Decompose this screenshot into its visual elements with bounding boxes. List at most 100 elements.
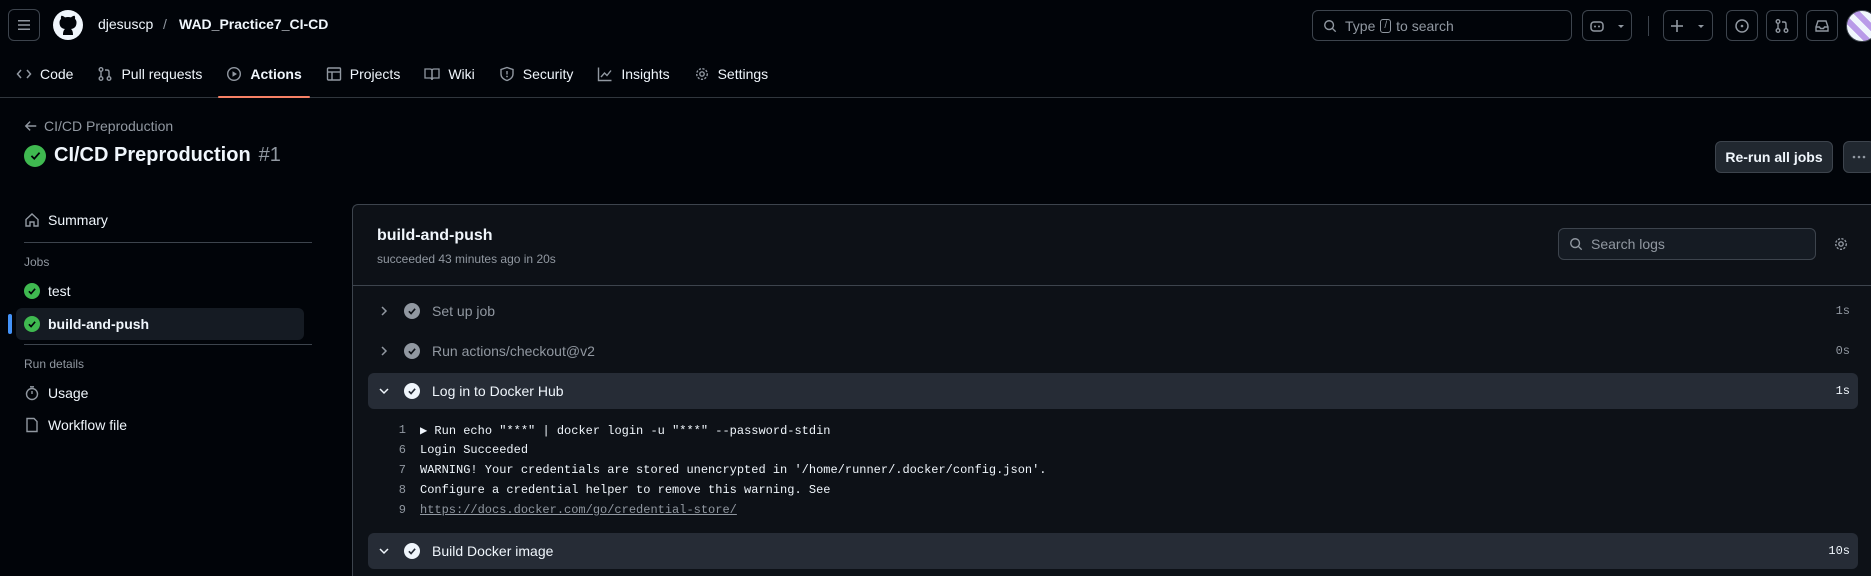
log-line-number[interactable]: 1 <box>368 423 420 437</box>
tab-wiki[interactable]: Wiki <box>416 58 482 90</box>
rerun-all-jobs-button[interactable]: Re-run all jobs <box>1715 141 1833 173</box>
back-link-label: CI/CD Preproduction <box>44 118 174 134</box>
step-success-icon <box>404 343 420 359</box>
sidebar-item-label: build-and-push <box>48 316 150 332</box>
log-line-number[interactable]: 8 <box>368 483 420 497</box>
issues-button[interactable] <box>1726 10 1758 41</box>
log-link[interactable]: https://docs.docker.com/go/credential-st… <box>420 503 737 517</box>
create-new-button[interactable] <box>1663 10 1713 41</box>
log-line-number[interactable]: 6 <box>368 443 420 457</box>
success-check-icon <box>24 283 40 299</box>
gear-icon <box>1834 237 1848 251</box>
run-header: CI/CD Preproduction <box>24 118 173 134</box>
hamburger-icon <box>18 20 30 30</box>
divider <box>1648 16 1649 36</box>
shield-icon <box>500 66 514 82</box>
graph-icon <box>598 67 612 82</box>
search-suffix: to search <box>1396 17 1454 34</box>
tab-actions[interactable]: Actions <box>218 58 311 98</box>
step-success-icon <box>404 383 420 399</box>
log-line: 9 https://docs.docker.com/go/credential-… <box>368 500 1047 520</box>
log-line: 8 Configure a credential helper to remov… <box>368 480 1047 500</box>
step-duration: 10s <box>1828 544 1850 558</box>
log-settings-button[interactable] <box>1833 236 1849 255</box>
tab-label: Projects <box>349 66 401 82</box>
page-title: CI/CD Preproduction #1 <box>24 144 281 167</box>
log-line: 6 Login Succeeded <box>368 440 1047 460</box>
step-checkout[interactable]: Run actions/checkout@v2 0s <box>368 333 1858 369</box>
step-label: Log in to Docker Hub <box>432 383 564 399</box>
repo-link[interactable]: WAD_Practice7_CI-CD <box>179 16 328 32</box>
copilot-button[interactable] <box>1582 10 1632 41</box>
stopwatch-icon <box>25 386 39 401</box>
pull-request-icon <box>98 67 112 81</box>
top-bar: djesuscp / WAD_Practice7_CI-CD Type / to… <box>0 0 1871 98</box>
tab-label: Insights <box>621 66 670 82</box>
success-check-icon <box>24 316 40 332</box>
tab-code[interactable]: Code <box>8 58 81 90</box>
plus-icon <box>1671 19 1683 32</box>
owner-link[interactable]: djesuscp <box>98 16 153 32</box>
pull-requests-button[interactable] <box>1766 10 1798 41</box>
inbox-button[interactable] <box>1806 10 1838 41</box>
log-line: 1 ▶ Run echo "***" | docker login -u "**… <box>368 420 1047 440</box>
chevron-down-icon <box>372 385 396 397</box>
log-line-number[interactable]: 9 <box>368 503 420 517</box>
step-label: Set up job <box>432 303 496 319</box>
chevron-right-icon <box>372 305 396 317</box>
arrow-left-icon <box>24 121 37 131</box>
sidebar-item-label: Usage <box>48 385 89 401</box>
log-line-number[interactable]: 7 <box>368 463 420 477</box>
sidebar-item-usage[interactable]: Usage <box>16 377 312 409</box>
repo-nav-tabs: Code Pull requests Actions Projects Wiki… <box>0 58 784 98</box>
job-status: succeeded 43 minutes ago in 20s <box>377 252 556 266</box>
log-line-text: Login Succeeded <box>420 443 529 457</box>
github-logo-icon[interactable] <box>52 9 84 41</box>
jobs-heading: Jobs <box>24 255 50 269</box>
tab-label: Security <box>522 66 574 82</box>
back-link[interactable]: CI/CD Preproduction <box>24 118 173 134</box>
tab-projects[interactable]: Projects <box>318 58 409 90</box>
breadcrumb-separator: / <box>163 16 167 32</box>
step-label: Run actions/checkout@v2 <box>432 343 595 359</box>
step-docker-login[interactable]: Log in to Docker Hub 1s <box>368 373 1858 409</box>
divider <box>353 285 1871 286</box>
search-logs-input[interactable]: Search logs <box>1558 228 1816 260</box>
chevron-down-icon <box>1698 24 1704 28</box>
step-build-docker-image[interactable]: Build Docker image 10s <box>368 533 1858 569</box>
file-icon <box>26 417 38 433</box>
pull-request-icon <box>1775 18 1789 33</box>
code-icon <box>16 69 32 79</box>
sidebar-item-workflow-file[interactable]: Workflow file <box>16 409 312 441</box>
step-set-up-job[interactable]: Set up job 1s <box>368 293 1858 329</box>
tab-insights[interactable]: Insights <box>589 58 677 90</box>
home-icon <box>25 213 39 227</box>
step-log-output: 1 ▶ Run echo "***" | docker login -u "**… <box>368 420 1047 520</box>
job-name: build-and-push <box>377 227 493 244</box>
success-check-icon <box>24 144 46 167</box>
tab-settings[interactable]: Settings <box>686 58 777 90</box>
sidebar-item-job-test[interactable]: test <box>16 275 312 307</box>
copilot-icon <box>1589 20 1604 32</box>
sidebar-item-label: test <box>48 283 71 299</box>
avatar[interactable] <box>1846 10 1871 42</box>
play-icon <box>227 66 242 82</box>
menu-button[interactable] <box>8 9 40 41</box>
log-line-text[interactable]: ▶ Run echo "***" | docker login -u "***"… <box>420 423 831 438</box>
sidebar-item-label: Summary <box>48 212 108 228</box>
sidebar-item-job-build-and-push[interactable]: build-and-push <box>8 308 304 340</box>
more-options-button[interactable] <box>1843 141 1871 173</box>
step-duration: 0s <box>1835 344 1850 358</box>
global-search-input[interactable]: Type / to search <box>1312 10 1572 41</box>
kebab-horizontal-icon <box>1852 155 1866 159</box>
tab-security[interactable]: Security <box>491 58 582 90</box>
tab-label: Actions <box>250 66 302 82</box>
tab-label: Code <box>40 66 74 82</box>
step-success-icon <box>404 303 420 319</box>
sidebar-item-summary[interactable]: Summary <box>16 204 312 236</box>
gear-icon <box>695 67 708 81</box>
sidebar-item-label: Workflow file <box>48 417 128 433</box>
step-label: Build Docker image <box>432 543 554 559</box>
tab-pull-requests[interactable]: Pull requests <box>89 58 210 90</box>
chevron-down-icon <box>372 545 396 557</box>
